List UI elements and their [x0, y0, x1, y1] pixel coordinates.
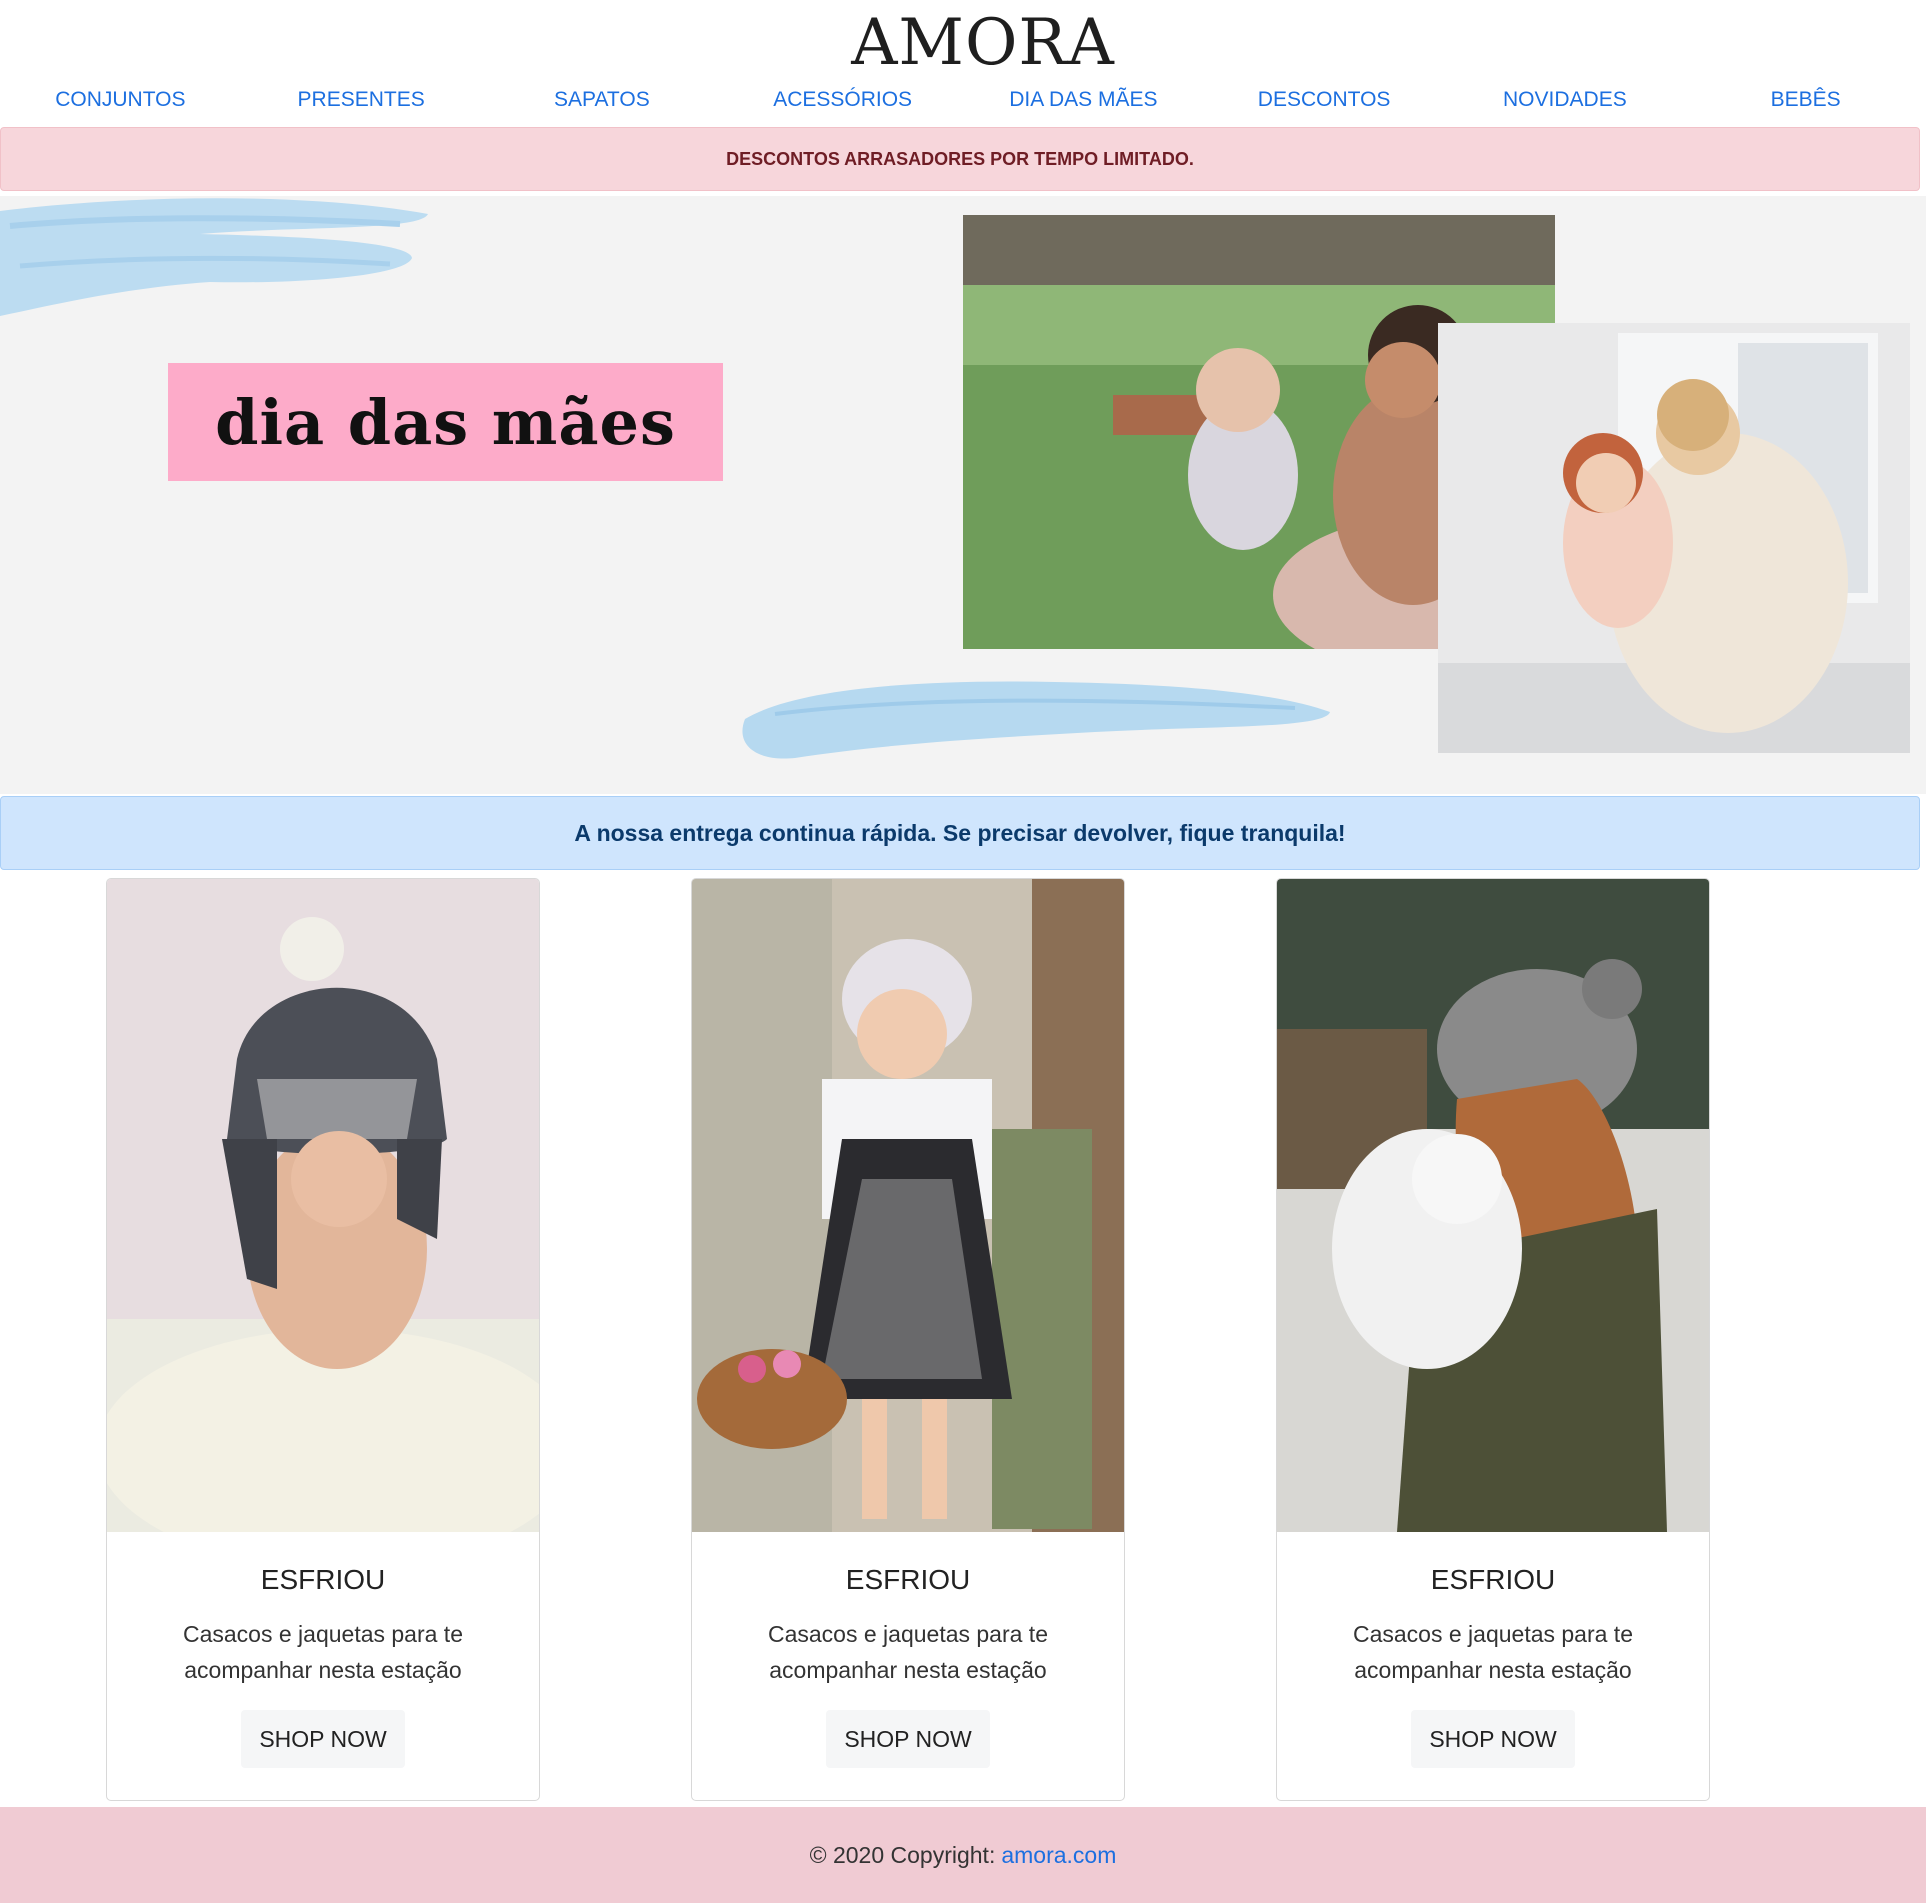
- shop-now-button[interactable]: SHOP NOW: [241, 1710, 405, 1768]
- footer: © 2020 Copyright: amora.com: [0, 1807, 1926, 1903]
- nav-item-descontos[interactable]: DESCONTOS: [1204, 84, 1445, 116]
- nav-item-presentes[interactable]: PRESENTES: [241, 84, 482, 116]
- promo-banner: DESCONTOS ARRASADORES POR TEMPO LIMITADO…: [0, 127, 1920, 191]
- nav-item-dia-das-maes[interactable]: DIA DAS MÃES: [963, 84, 1204, 116]
- card-title: ESFRIOU: [845, 1564, 971, 1595]
- card-image-woman-winter-baby[interactable]: [1277, 879, 1709, 1532]
- promo-text: DESCONTOS ARRASADORES POR TEMPO LIMITADO…: [726, 148, 1194, 169]
- brand-logo[interactable]: AMORA: [0, 6, 1926, 80]
- card-title: ESFRIOU: [260, 1564, 386, 1595]
- card-image-baby-hat[interactable]: [107, 879, 539, 1532]
- product-card: ESFRIOU Casacos e jaquetas para te acomp…: [106, 878, 540, 1801]
- card-text: Casacos e jaquetas para te acompanhar ne…: [1352, 1621, 1633, 1683]
- nav-item-sapatos[interactable]: SAPATOS: [482, 84, 723, 116]
- nav-item-bebes[interactable]: BEBÊS: [1685, 84, 1926, 116]
- brush-stroke-bottom: [742, 681, 1330, 759]
- footer-copyright: © 2020 Copyright:: [809, 1841, 996, 1868]
- hero-banner[interactable]: dia das mães: [0, 196, 1926, 794]
- product-card: ESFRIOU Casacos e jaquetas para te acomp…: [1276, 878, 1710, 1801]
- shop-now-button[interactable]: SHOP NOW: [826, 1710, 990, 1768]
- main-nav: CONJUNTOS PRESENTES SAPATOS ACESSÓRIOS D…: [0, 84, 1926, 116]
- delivery-info-text: A nossa entrega continua rápida. Se prec…: [574, 819, 1346, 846]
- footer-link[interactable]: amora.com: [1001, 1842, 1116, 1869]
- hero-photo-mother-daughter: [1438, 323, 1910, 753]
- card-title: ESFRIOU: [1430, 1564, 1556, 1595]
- card-text: Casacos e jaquetas para te acompanhar ne…: [182, 1621, 463, 1683]
- hero-title: dia das mães: [168, 363, 723, 481]
- shop-now-button[interactable]: SHOP NOW: [1411, 1710, 1575, 1768]
- brush-stroke-top: [0, 198, 428, 316]
- product-card: ESFRIOU Casacos e jaquetas para te acomp…: [691, 878, 1125, 1801]
- nav-item-conjuntos[interactable]: CONJUNTOS: [0, 84, 241, 116]
- card-image-girl-checkered-dress[interactable]: [692, 879, 1124, 1532]
- card-text: Casacos e jaquetas para te acompanhar ne…: [767, 1621, 1048, 1683]
- nav-item-novidades[interactable]: NOVIDADES: [1445, 84, 1686, 116]
- nav-item-acessorios[interactable]: ACESSÓRIOS: [722, 84, 963, 116]
- delivery-info-banner: A nossa entrega continua rápida. Se prec…: [0, 796, 1920, 870]
- page: AMORA CONJUNTOS PRESENTES SAPATOS ACESSÓ…: [0, 0, 1926, 1903]
